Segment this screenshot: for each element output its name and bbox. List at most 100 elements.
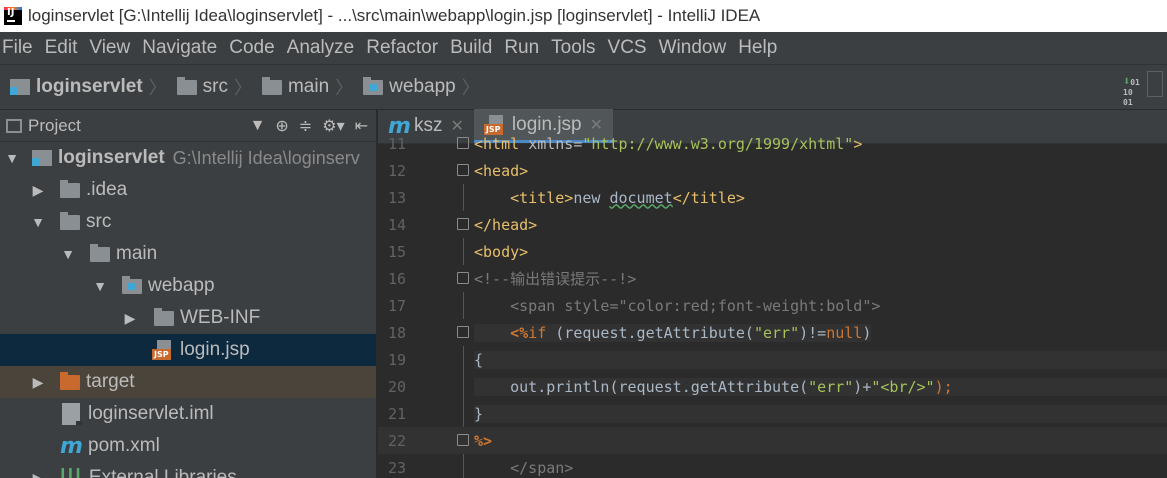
gutter (406, 292, 474, 319)
line-number: 22 (387, 431, 406, 450)
line-number: 19 (387, 350, 406, 369)
menu-view[interactable]: View (89, 37, 130, 59)
code-text: <span style="color:red;font-weight:bold"… (510, 296, 881, 315)
tree-item-login-jsp[interactable]: JSP login.jsp (0, 334, 376, 366)
code-text: <html xmlns="http://www.w3.org/1999/xhtm… (474, 134, 863, 153)
tree-item-external-libraries[interactable]: ▶ ┃┃┃ External Libraries (0, 462, 376, 478)
code-line: 14 </head> (378, 211, 1167, 238)
code-text: } (474, 404, 1167, 423)
menu-code[interactable]: Code (229, 37, 274, 59)
chevron-right-icon[interactable]: ▶ (120, 310, 140, 327)
scroll-handle[interactable] (1147, 71, 1163, 97)
hide-panel-icon[interactable]: ⇤ (355, 116, 368, 136)
line-number: 13 (387, 188, 406, 207)
folder-icon (154, 307, 174, 326)
tree-item-main[interactable]: ▼ main (0, 238, 376, 270)
tree-item-idea[interactable]: ▶ .idea (0, 174, 376, 206)
breadcrumb-separator: 〉 (148, 78, 167, 98)
project-view-icon (6, 118, 22, 133)
menu-refactor[interactable]: Refactor (366, 37, 438, 59)
code-text: { (474, 350, 1167, 369)
menu-edit[interactable]: Edit (45, 37, 78, 59)
collapse-all-icon[interactable]: ≑ (299, 116, 312, 136)
line-number: 20 (387, 377, 406, 396)
fold-icon[interactable] (457, 326, 469, 338)
folder-icon (60, 211, 80, 230)
menu-help[interactable]: Help (738, 37, 777, 59)
code-line: 19 { (378, 346, 1167, 373)
code-line: 11 <html xmlns="http://www.w3.org/1999/x… (378, 130, 1167, 157)
fold-icon[interactable] (457, 434, 469, 446)
window-title: loginservlet [G:\Intellij Idea\loginserv… (28, 6, 761, 25)
chevron-right-icon[interactable]: ▶ (28, 182, 48, 199)
line-number: 23 (387, 458, 406, 477)
code-text: %> (474, 431, 493, 450)
line-number: 11 (387, 134, 406, 153)
chevron-right-icon[interactable]: ▶ (28, 374, 48, 391)
code-line: 21 } (378, 400, 1167, 427)
tree-item-label: login.jsp (180, 339, 250, 360)
gear-icon[interactable]: ⚙▾ (322, 116, 344, 136)
folder-icon (60, 179, 80, 198)
gutter (406, 130, 474, 157)
fold-icon[interactable] (457, 137, 469, 149)
menu-window[interactable]: Window (659, 37, 727, 59)
project-panel-title[interactable]: Project (28, 116, 81, 136)
tree-item-label: loginservlet (58, 147, 165, 168)
chevron-down-icon[interactable]: ▼ (250, 117, 266, 135)
line-number: 16 (387, 269, 406, 288)
tree-item-label: webapp (148, 275, 215, 296)
tree-item-label: WEB-INF (180, 307, 261, 328)
menu-analyze[interactable]: Analyze (287, 37, 355, 59)
gutter (406, 400, 474, 427)
menu-tools[interactable]: Tools (551, 37, 595, 59)
code-line: 16 <!--输出错误提示--!> (378, 265, 1167, 292)
menu-run[interactable]: Run (504, 37, 539, 59)
breadcrumb-webapp[interactable]: webapp 〉 (363, 74, 480, 100)
code-line-current: 22 %> (378, 427, 1167, 454)
chevron-down-icon[interactable]: ▼ (28, 214, 48, 230)
tree-item-web-inf[interactable]: ▶ WEB-INF (0, 302, 376, 334)
fold-icon[interactable] (457, 164, 469, 176)
gutter (406, 157, 474, 184)
breadcrumb-loginservlet[interactable]: loginservlet 〉 (10, 74, 167, 100)
tree-item-pom[interactable]: m pom.xml (0, 430, 376, 462)
gutter (406, 184, 474, 211)
tree-item-src[interactable]: ▼ src (0, 206, 376, 238)
tree-item-target[interactable]: ▶ target (0, 366, 376, 398)
gutter (406, 211, 474, 238)
project-folder-icon (32, 150, 52, 166)
chevron-down-icon[interactable]: ▼ (2, 150, 22, 166)
target-icon[interactable]: ⊕ (275, 116, 288, 136)
project-folder-icon (10, 79, 30, 95)
code-line: 15 <body> (378, 238, 1167, 265)
menu-file[interactable]: File (2, 37, 33, 59)
breadcrumb-main[interactable]: main 〉 (261, 74, 354, 100)
tree-item-iml[interactable]: loginservlet.iml (0, 398, 376, 430)
menu-vcs[interactable]: VCS (608, 37, 647, 59)
chevron-right-icon[interactable]: ▶ (28, 470, 48, 478)
breadcrumb-separator: 〉 (335, 78, 354, 98)
line-number: 18 (387, 323, 406, 342)
menu-build[interactable]: Build (450, 37, 492, 59)
code-text: <%if (request.getAttribute("err")!=null) (474, 323, 872, 342)
code-line: 23 </span> (378, 454, 1167, 478)
fold-icon[interactable] (457, 218, 469, 230)
folder-icon (261, 76, 282, 95)
sort-icon[interactable]: ⬇01 10 01 (1123, 75, 1147, 107)
line-number: 15 (387, 242, 406, 261)
code-text: out.println(request.getAttribute("err")+… (474, 377, 1167, 396)
web-folder-icon (363, 76, 384, 95)
code-area[interactable]: 11 <html xmlns="http://www.w3.org/1999/x… (378, 135, 1167, 478)
tree-item-webapp[interactable]: ▼ webapp (0, 270, 376, 302)
tree-item-label: src (86, 211, 112, 232)
tree-item-label: External Libraries (88, 467, 237, 478)
tree-item-loginservlet[interactable]: ▼ loginservlet G:\Intellij Idea\loginser… (0, 142, 376, 174)
navigation-bar: loginservlet 〉 src 〉 main 〉 webapp 〉 ⬇01… (0, 64, 1167, 110)
folder-icon (90, 243, 110, 262)
fold-icon[interactable] (457, 272, 469, 284)
chevron-down-icon[interactable]: ▼ (58, 246, 78, 262)
breadcrumb-src[interactable]: src 〉 (176, 74, 252, 100)
menu-navigate[interactable]: Navigate (142, 37, 217, 59)
chevron-down-icon[interactable]: ▼ (90, 278, 110, 294)
